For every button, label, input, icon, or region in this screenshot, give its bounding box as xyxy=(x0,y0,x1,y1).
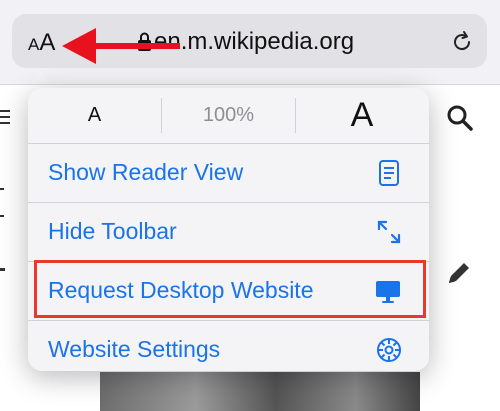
article-text-fragments xyxy=(0,188,5,271)
font-size-row: A 100% A xyxy=(28,88,429,143)
increase-font-button[interactable]: A xyxy=(295,88,429,143)
page-settings-popup: A 100% A Show Reader View Hide Toolbar R… xyxy=(28,88,429,371)
url-text[interactable]: en.m.wikipedia.org xyxy=(154,28,354,56)
red-arrow-annotation xyxy=(62,28,180,64)
settings-gear-icon xyxy=(377,338,401,362)
edit-pencil-icon[interactable] xyxy=(444,258,474,288)
search-icon[interactable] xyxy=(446,104,474,132)
hide-toolbar-item[interactable]: Hide Toolbar xyxy=(28,203,429,261)
website-settings-item[interactable]: Website Settings xyxy=(28,321,429,379)
text-size-large-a: A xyxy=(39,29,56,56)
decrease-font-button[interactable]: A xyxy=(28,88,161,143)
popup-pointer xyxy=(30,70,50,84)
menu-item-label: Show Reader View xyxy=(48,159,244,185)
reload-icon[interactable] xyxy=(450,30,474,54)
hamburger-menu-icon[interactable] xyxy=(0,105,12,129)
show-reader-view-item[interactable]: Show Reader View xyxy=(28,144,429,202)
menu-item-label: Hide Toolbar xyxy=(48,218,177,244)
zoom-level-reset[interactable]: 100% xyxy=(162,88,295,143)
text-size-small-a: A xyxy=(28,35,40,54)
highlight-box-annotation xyxy=(34,260,426,318)
expand-arrows-icon xyxy=(377,220,401,244)
text-size-button[interactable]: AA xyxy=(28,29,55,59)
menu-item-label: Website Settings xyxy=(48,336,221,362)
toolbar-divider xyxy=(0,84,500,85)
reader-view-icon xyxy=(379,160,399,186)
